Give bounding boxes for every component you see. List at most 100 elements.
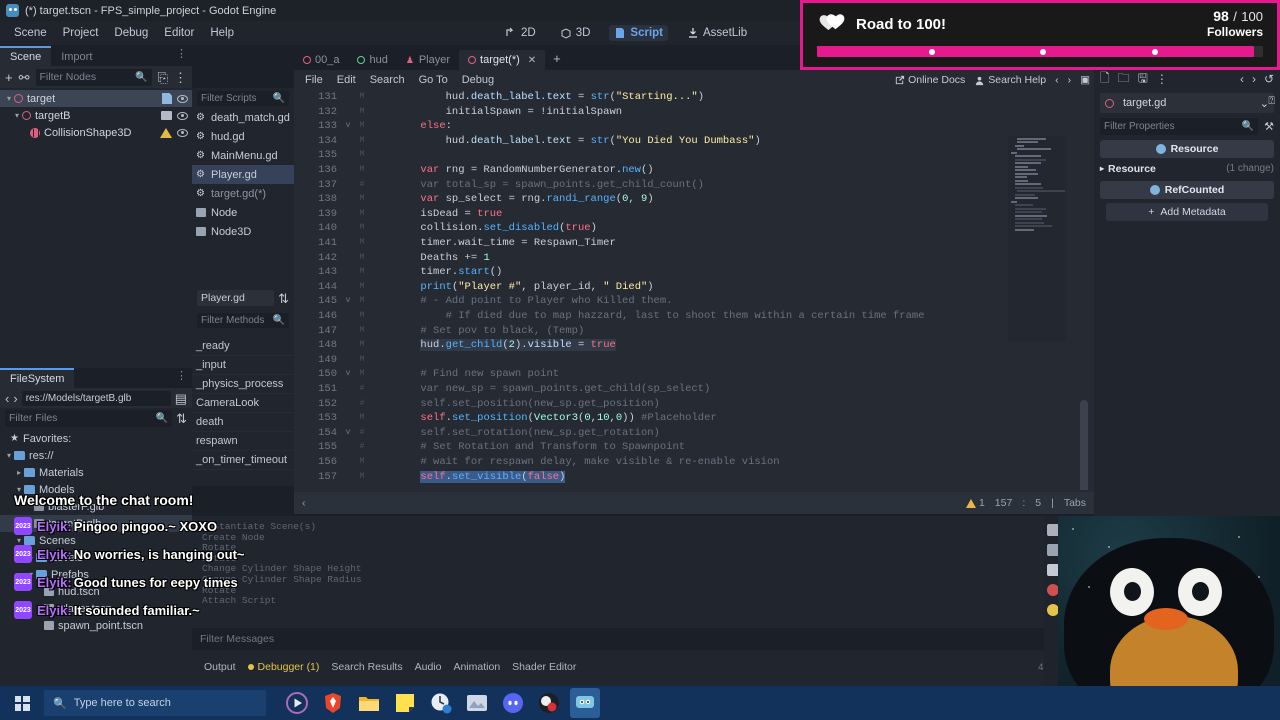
favorites-row[interactable]: ★ Favorites: (0, 430, 192, 447)
code-line[interactable]: 151 # var new_sp = spawn_points.get_child… (294, 382, 1094, 397)
close-icon[interactable]: ✕ (528, 55, 536, 66)
folder-materials[interactable]: ▸ Materials (0, 464, 192, 481)
fold-toggle-icon[interactable] (342, 455, 354, 470)
scene-node-target[interactable]: ▾ target (0, 90, 192, 107)
code-line[interactable]: 132 M initialSpawn = !initialSpawn (294, 105, 1094, 120)
search-help-button[interactable]: Search Help (974, 74, 1046, 86)
open-resource-icon[interactable]: 🗀 (1118, 69, 1130, 90)
method-item-on-timer-timeout[interactable]: _on_timer_timeout (192, 451, 294, 470)
history-item[interactable]: Create Node (202, 532, 1084, 544)
code-vertical-scrollbar[interactable] (1080, 400, 1088, 490)
media-player-icon[interactable] (282, 688, 312, 718)
warning-icon[interactable] (160, 127, 172, 138)
method-item-physics-process[interactable]: _physics_process (192, 375, 294, 394)
menu-debug[interactable]: Debug (106, 24, 156, 42)
visibility-icon[interactable] (177, 111, 188, 120)
fold-toggle-icon[interactable] (342, 309, 354, 324)
bottom-tab-audio[interactable]: Audio (415, 661, 442, 673)
fold-toggle-icon[interactable] (342, 105, 354, 120)
save-resource-icon[interactable]: 🖫 (1138, 69, 1148, 90)
scene-node-collisionshape3d[interactable]: CollisionShape3D (0, 124, 192, 141)
code-line[interactable]: 144 M print("Player #", player_id, " Died… (294, 280, 1094, 295)
add-metadata-button[interactable]: + Add Metadata (1106, 203, 1268, 221)
folder-res[interactable]: ▾ res:// (0, 447, 192, 464)
history-item[interactable]: Rotate (202, 543, 1084, 554)
method-item-input[interactable]: _input (192, 356, 294, 375)
script-icon[interactable] (162, 93, 172, 104)
tab-scene[interactable]: Scene (0, 46, 52, 66)
method-item-ready[interactable]: _ready (192, 337, 294, 356)
scene-node-targetb[interactable]: ▾ targetB (0, 107, 192, 124)
panel-toggle-icon[interactable]: ▣ (1080, 74, 1090, 86)
fold-toggle-icon[interactable] (342, 265, 354, 280)
tab-3d[interactable]: 3D (555, 25, 596, 41)
object-tools-icon[interactable]: ⚒ (1264, 120, 1274, 133)
code-line[interactable]: 153 M self.set_position(Vector3(0,10,0)) … (294, 411, 1094, 426)
current-path[interactable]: res://Models/targetB.glb (21, 390, 171, 406)
fold-toggle-icon[interactable] (342, 280, 354, 295)
filter-messages-input[interactable]: Filter Messages 🔍 ⓘ (192, 628, 1094, 650)
chevron-down-icon[interactable]: ▾ (4, 94, 14, 103)
code-line[interactable]: 152 # self.set_position(new_sp.get_positi… (294, 397, 1094, 412)
statusbar-collapse-icon[interactable]: ‹ (302, 497, 306, 509)
tab-filesystem[interactable]: FileSystem (0, 368, 75, 388)
brave-browser-icon[interactable] (318, 688, 348, 718)
tab-import[interactable]: Import (51, 46, 102, 66)
history-prev-button[interactable]: ‹ (1055, 74, 1059, 86)
filter-files-input[interactable]: Filter Files 🔍 (5, 409, 173, 427)
nav-forward-icon[interactable]: › (13, 392, 17, 405)
code-line[interactable]: 157 M self.set_visible(false) (294, 470, 1094, 485)
code-line[interactable]: 143 M timer.start() (294, 265, 1094, 280)
new-resource-icon[interactable]: 🗋 (1100, 69, 1110, 90)
script-item-node3d[interactable]: Node3D (192, 222, 294, 241)
menu-scene[interactable]: Scene (6, 24, 55, 42)
bottom-tab-shader-editor[interactable]: Shader Editor (512, 661, 576, 673)
clock-app-icon[interactable] (426, 688, 456, 718)
inspector-section-resource[interactable]: ▸ Resource (1 change) (1100, 160, 1274, 177)
script-menu-debug[interactable]: Debug (456, 72, 500, 88)
scene-dock-menu-icon[interactable]: ⋮ (176, 49, 187, 60)
code-line[interactable]: 136 M var rng = RandomNumberGenerator.new… (294, 163, 1094, 178)
code-line[interactable]: 142 M Deaths += 1 (294, 251, 1094, 266)
add-node-button[interactable]: + (5, 71, 13, 84)
sort-icon[interactable]: ⇅ (278, 292, 289, 305)
tab-assetlib[interactable]: AssetLib (682, 25, 752, 41)
filter-nodes-input[interactable]: Filter Nodes 🔍 (35, 68, 152, 86)
open-doc-icon[interactable]: ⍰ (1268, 95, 1275, 108)
code-line[interactable]: 139 M isDead = true (294, 207, 1094, 222)
nav-back-icon[interactable]: ‹ (5, 392, 9, 405)
filesystem-dock-menu-icon[interactable]: ⋮ (176, 371, 187, 382)
more-options-icon[interactable]: ⋮ (1156, 72, 1168, 86)
fold-toggle-icon[interactable] (342, 251, 354, 266)
history-next-icon[interactable]: › (1252, 72, 1256, 86)
fold-toggle-icon[interactable]: v (342, 119, 354, 134)
script-item-mainmenu[interactable]: ⚙ MainMenu.gd (192, 146, 294, 165)
chevron-right-icon[interactable]: ▸ (14, 468, 24, 477)
history-next-button[interactable]: › (1068, 74, 1072, 86)
add-tab-button[interactable]: + (545, 47, 569, 70)
bottom-tab-search-results[interactable]: Search Results (331, 661, 402, 673)
menu-editor[interactable]: Editor (156, 24, 202, 42)
script-item-target[interactable]: ⚙ target.gd(*) (192, 184, 294, 203)
fold-toggle-icon[interactable] (342, 192, 354, 207)
editor-tab-player[interactable]: ♟ Player (397, 50, 459, 70)
fold-toggle-icon[interactable] (342, 324, 354, 339)
history-icon[interactable]: ↺ (1264, 72, 1274, 86)
fold-toggle-icon[interactable] (342, 178, 354, 193)
fold-toggle-icon[interactable] (342, 353, 354, 368)
method-item-death[interactable]: death (192, 413, 294, 432)
filter-scripts-input[interactable]: Filter Scripts 🔍 (197, 90, 289, 106)
history-prev-icon[interactable]: ‹ (1240, 72, 1244, 86)
script-menu-search[interactable]: Search (364, 72, 411, 88)
code-line[interactable]: 147 M # Set pov to black, (Temp) (294, 324, 1094, 339)
code-line[interactable]: 145 v M # - Add point to Player who Killed… (294, 294, 1094, 309)
script-menu-file[interactable]: File (299, 72, 329, 88)
code-minimap[interactable] (1008, 136, 1066, 342)
taskbar-search-input[interactable]: 🔍 Type here to search (44, 690, 266, 716)
fold-toggle-icon[interactable] (342, 207, 354, 222)
filter-methods-input[interactable]: Filter Methods 🔍 (197, 312, 289, 328)
menu-project[interactable]: Project (55, 24, 107, 42)
script-item-death-match[interactable]: ⚙ death_match.gd (192, 108, 294, 127)
fold-toggle-icon[interactable] (342, 382, 354, 397)
method-item-respawn[interactable]: respawn (192, 432, 294, 451)
